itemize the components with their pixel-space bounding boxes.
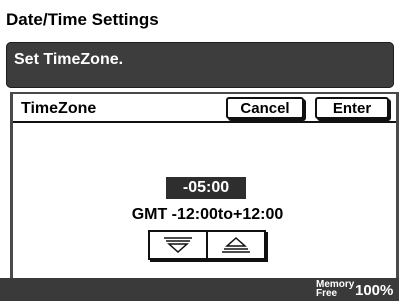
screen: Date/Time Settings Set TimeZone. TimeZon… <box>0 0 399 301</box>
status-bar: Memory Free 100% <box>0 278 399 301</box>
cancel-button[interactable]: Cancel <box>226 97 304 119</box>
enter-button[interactable]: Enter <box>315 97 389 119</box>
memory-free-value: 100% <box>355 282 394 299</box>
instruction-message: Set TimeZone. <box>14 51 124 68</box>
triangle-up-icon <box>222 236 250 253</box>
timezone-range: GMT -12:00to+12:00 <box>131 206 284 223</box>
decrease-button[interactable] <box>150 232 208 258</box>
timezone-panel: TimeZone Cancel Enter -05:00 GMT -12:00t… <box>10 92 399 280</box>
timezone-value: -05:00 <box>166 177 246 199</box>
header-divider <box>13 121 396 123</box>
message-bar: Set TimeZone. <box>6 42 394 88</box>
memory-label-line2: Free <box>316 288 338 299</box>
page-title: Date/Time Settings <box>6 10 159 29</box>
increase-button[interactable] <box>208 232 264 258</box>
panel-title: TimeZone <box>21 100 97 117</box>
timezone-stepper <box>148 230 266 260</box>
memory-label: Memory Free <box>316 280 354 299</box>
triangle-down-icon <box>164 237 192 254</box>
